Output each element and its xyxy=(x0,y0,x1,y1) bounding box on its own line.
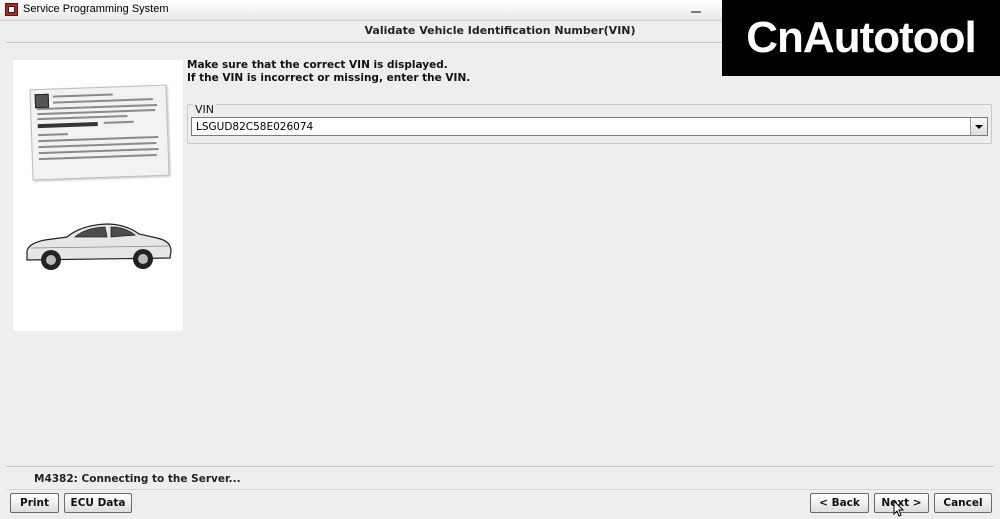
instruction-line-2: If the VIN is incorrect or missing, ente… xyxy=(187,72,471,84)
instruction-line-1: Make sure that the correct VIN is displa… xyxy=(187,59,448,71)
app-icon xyxy=(5,3,18,16)
vehicle-label-image xyxy=(29,84,170,181)
window-controls xyxy=(690,4,708,17)
cancel-button[interactable]: Cancel xyxy=(934,493,992,513)
vin-combobox[interactable]: LSGUD82C58E026074 xyxy=(191,117,988,136)
car-image xyxy=(26,223,172,270)
button-bar: Print ECU Data < Back Next > Cancel xyxy=(0,490,1000,519)
mouse-pointer-icon xyxy=(893,500,905,517)
vin-value[interactable]: LSGUD82C58E026074 xyxy=(196,121,313,133)
status-message: M4382: Connecting to the Server... xyxy=(34,473,241,485)
print-button[interactable]: Print xyxy=(10,493,59,513)
watermark-logo: CnAutotool xyxy=(722,0,1000,76)
vehicle-image-panel xyxy=(13,60,183,331)
vin-group: VIN LSGUD82C58E026074 xyxy=(187,103,992,144)
window-title: Service Programming System xyxy=(23,3,169,15)
minimize-icon[interactable] xyxy=(690,4,702,14)
back-button[interactable]: < Back xyxy=(810,493,869,513)
dropdown-arrow-icon[interactable] xyxy=(970,118,987,135)
status-bar: M4382: Connecting to the Server... xyxy=(6,466,994,490)
ecu-data-button[interactable]: ECU Data xyxy=(64,493,132,513)
vin-group-label: VIN xyxy=(193,103,216,116)
